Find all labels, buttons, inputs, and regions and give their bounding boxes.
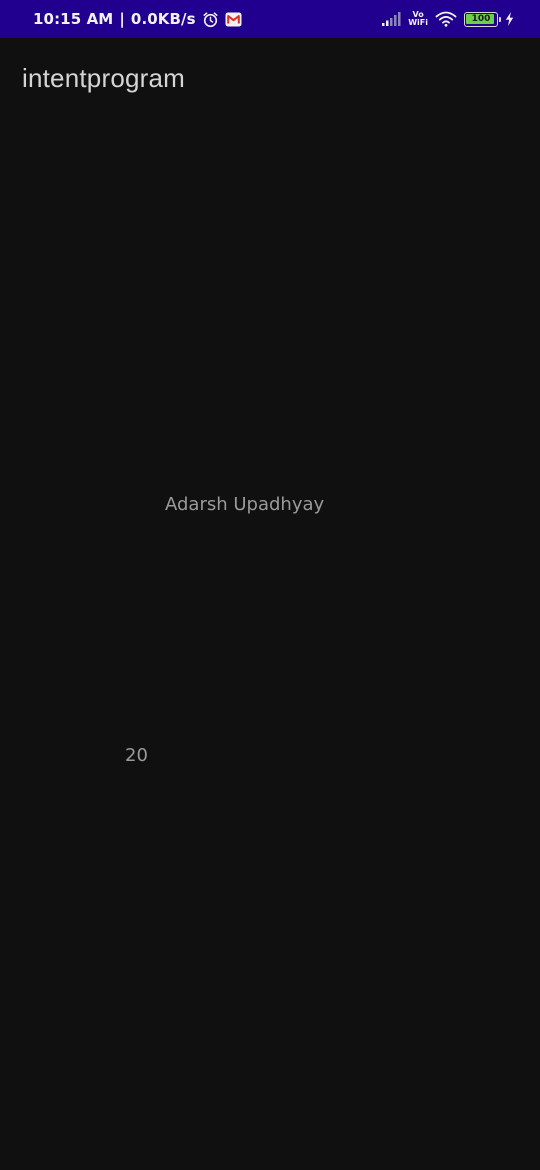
alarm-clock-icon: [202, 11, 219, 28]
status-separator: |: [119, 10, 125, 28]
charging-bolt-icon: [505, 12, 514, 26]
battery-indicator: 100: [464, 11, 501, 27]
vowifi-bottom-label: WiFi: [408, 18, 428, 27]
name-text: Adarsh Upadhyay: [165, 494, 325, 515]
status-bar-left: 10:15 AM | 0.0KB/s: [33, 0, 242, 38]
battery-level-label: 100: [471, 14, 491, 24]
gmail-icon: [225, 12, 242, 27]
status-bar-right: Vo WiFi 100: [381, 0, 514, 38]
age-text: 20: [125, 745, 148, 766]
status-bar: 10:15 AM | 0.0KB/s Vo WiFi 100: [0, 0, 540, 38]
signal-icon: [381, 12, 401, 26]
network-speed: 0.0KB/s: [130, 10, 196, 28]
wifi-icon: [435, 11, 457, 27]
app-title: intentprogram: [22, 63, 186, 93]
status-time: 10:15 AM: [33, 10, 114, 28]
vowifi-indicator: Vo WiFi: [408, 11, 428, 27]
